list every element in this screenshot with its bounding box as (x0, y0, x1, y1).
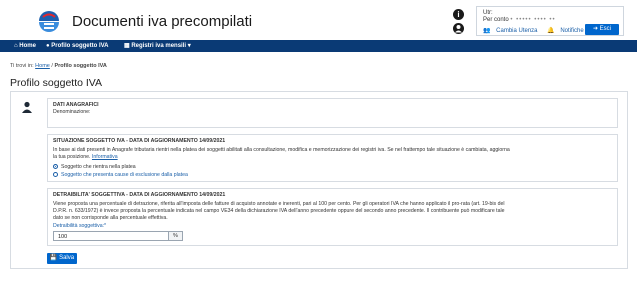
situazione-text-1: In base ai dati presenti in Anagrafe tri… (53, 147, 510, 153)
detraibilita-text-1: Viene proposta una percentuale di detraz… (53, 201, 505, 207)
breadcrumb-separator: / (51, 63, 53, 69)
dati-anagrafici-title: DATI ANAGRAFICI (53, 102, 99, 108)
breadcrumb-prefix: Ti trovi in: (10, 63, 34, 69)
main-nav: ⌂ Home ● Profilo soggetto IVA ▦ Registri… (0, 40, 637, 52)
app-title: Documenti iva precompilati (72, 13, 253, 30)
detraibilita-text-3: dato se non corrisponde alla percentuale… (53, 215, 168, 221)
situazione-title: SITUAZIONE SOGGETTO IVA - DATA DI AGGIOR… (53, 138, 226, 144)
percent-suffix: % (168, 232, 182, 240)
situazione-section: SITUAZIONE SOGGETTO IVA - DATA DI AGGIOR… (47, 134, 618, 182)
detraibilita-input[interactable]: 100 % (53, 231, 183, 241)
notifications-link[interactable]: 🔔 Notifiche (547, 28, 588, 34)
document-icon: ▦ (124, 43, 130, 49)
user-panel: Utr: Per conto • ••••• •••• •• 👥 Cambia … (476, 6, 624, 36)
detraibilita-title: DETRAIBILITA' SOGGETTIVA - DATA DI AGGIO… (53, 192, 226, 198)
situazione-text-2: la tua posizione. Informativa (53, 154, 118, 160)
informativa-link[interactable]: Informativa (92, 154, 118, 160)
denominazione-label: Denominazione: (53, 109, 91, 115)
detraibilita-field-label: Detraibilità soggettiva:* (53, 223, 107, 229)
save-button[interactable]: 💾 Salva (47, 253, 77, 264)
agenzia-logo-icon (39, 11, 59, 32)
home-icon: ⌂ (14, 43, 18, 49)
option-esclusione-platea[interactable]: Soggetto che presenta cause di esclusion… (53, 172, 188, 178)
page-title: Profilo soggetto IVA (10, 77, 103, 89)
breadcrumb-current: Profilo soggetto IVA (54, 63, 107, 69)
radio-selected-icon (53, 164, 58, 169)
users-icon: 👥 (483, 28, 491, 34)
detraibilita-section: DETRAIBILITA' SOGGETTIVA - DATA DI AGGIO… (47, 188, 618, 246)
per-conto-value: • ••••• •••• •• (510, 17, 556, 23)
bell-icon: 🔔 (547, 28, 555, 34)
person-icon: ● (46, 43, 50, 49)
save-icon: 💾 (49, 255, 58, 261)
user-sub-label: Per conto • ••••• •••• •• (483, 17, 556, 23)
exit-icon: ➜ (592, 26, 598, 32)
option-rientra-platea[interactable]: Soggetto che rientra nella platea (53, 164, 136, 170)
profile-card: DATI ANAGRAFICI Denominazione: SITUAZION… (10, 91, 628, 269)
chevron-down-icon: ▾ (187, 43, 191, 49)
per-conto-label: Per conto (483, 17, 509, 23)
app-header: Documenti iva precompilati i Utr: Per co… (0, 0, 637, 40)
nav-item-home[interactable]: ⌂ Home (14, 40, 36, 52)
breadcrumb-home-link[interactable]: Home (35, 63, 50, 69)
change-user-link[interactable]: 👥 Cambia Utenza (483, 28, 543, 34)
user-icon[interactable] (453, 23, 464, 34)
exit-button[interactable]: ➜ Esci (585, 24, 619, 35)
radio-unselected-icon (53, 172, 58, 177)
nav-item-registers[interactable]: ▦ Registri iva mensili ▾ (124, 40, 191, 52)
dati-anagrafici-section: DATI ANAGRAFICI Denominazione: (47, 98, 618, 128)
breadcrumb: Ti trovi in: Home / Profilo soggetto IVA (10, 63, 107, 69)
detraibilita-input-value: 100 (58, 234, 68, 240)
user-label: Utr: (483, 10, 493, 16)
nav-item-profile[interactable]: ● Profilo soggetto IVA (46, 40, 109, 52)
profile-person-icon (22, 101, 32, 113)
info-icon[interactable]: i (453, 9, 464, 20)
detraibilita-text-2: D.P.R. n. 633/1972) è invece proposta la… (53, 208, 505, 214)
